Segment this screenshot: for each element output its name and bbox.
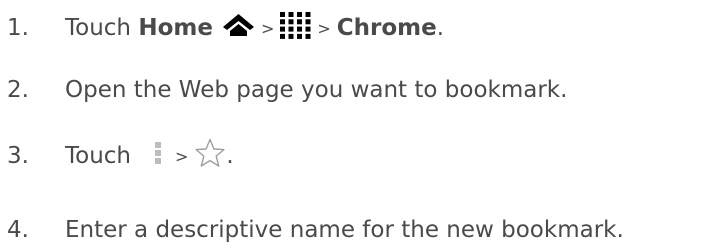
separator-arrow: > [175,146,189,166]
step-number: 2. [7,77,29,103]
home-label: Home [138,15,213,41]
home-icon [222,13,255,43]
step-4: 4. Enter a descriptive name for the new … [7,210,624,250]
step-touch-word: Touch [65,15,132,41]
star-outline-icon [194,138,226,174]
menu-dots-icon [155,141,162,171]
separator-arrow: > [317,18,331,38]
step-text: Enter a descriptive name for the new boo… [65,217,624,243]
step-1: 1. Touch Home > > Chrome . [7,8,444,48]
step-period: . [226,143,234,169]
step-text: Touch Home > > Chrome . [65,11,445,45]
separator-arrow: > [260,18,275,38]
step-text: Open the Web page you want to bookmark. [65,77,568,103]
chrome-label: Chrome [336,15,437,41]
step-number: 3. [7,143,29,169]
step-number: 4. [7,217,29,243]
step-text: Touch > . [65,138,234,174]
step-touch-word: Touch [65,143,132,169]
step-number: 1. [7,15,29,41]
step-2: 2. Open the Web page you want to bookmar… [7,70,567,110]
step-period: . [436,15,445,41]
apps-grid-icon [280,11,311,45]
step-3: 3. Touch > . [7,136,234,176]
